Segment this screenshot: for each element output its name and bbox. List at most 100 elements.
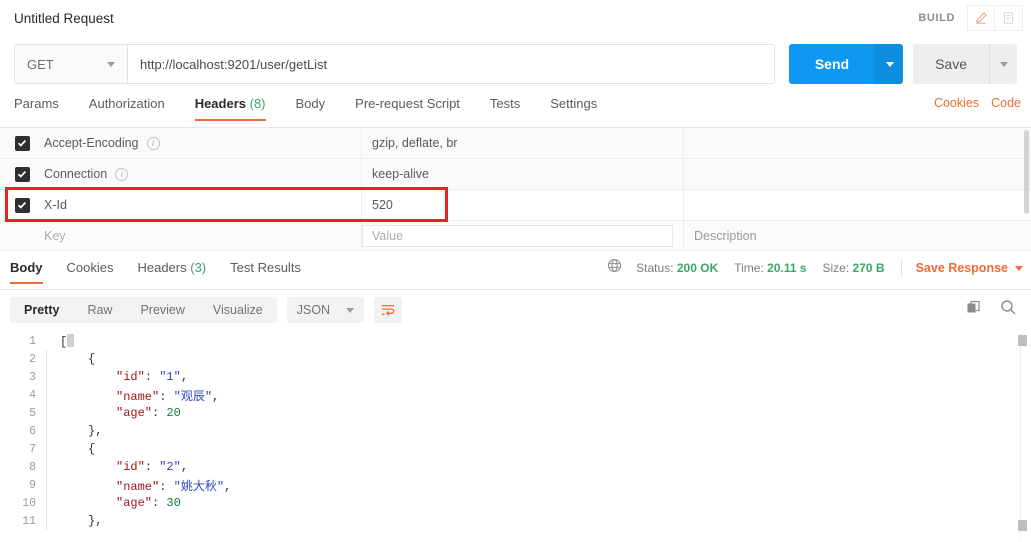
scrollbar-thumb-bottom[interactable] — [1018, 520, 1027, 531]
tab-label: Cookies — [67, 260, 114, 275]
view-preview[interactable]: Preview — [126, 297, 198, 323]
size-label: Size: — [823, 261, 850, 275]
code-token: }, — [88, 424, 102, 438]
code-token: : — [145, 370, 159, 384]
code-token: { — [88, 442, 95, 456]
code-token: 30 — [166, 496, 180, 510]
new-header-description-input[interactable]: Description — [684, 221, 1031, 250]
code-token: "1" — [159, 370, 181, 384]
line-number: 4 — [0, 389, 46, 402]
chevron-down-icon — [886, 62, 894, 67]
checkbox-checked-icon — [15, 136, 30, 151]
top-bar-right: BUILD — [918, 0, 1023, 36]
tab-authorization[interactable]: Authorization — [89, 96, 165, 120]
code-text: { — [60, 352, 95, 366]
send-options-button[interactable] — [875, 44, 903, 84]
time-label: Time: — [734, 261, 764, 275]
code-token: "age" — [116, 496, 152, 510]
status-metric: Status: 200 OK — [636, 261, 718, 275]
code-gutter — [46, 368, 60, 386]
response-body-scrollbar[interactable] — [1020, 334, 1025, 538]
checkbox-checked-icon — [15, 167, 30, 182]
chevron-down-icon — [107, 62, 115, 67]
code-token: : — [152, 406, 166, 420]
table-row[interactable]: X-Id 520 — [0, 190, 1031, 221]
code-token: [ — [60, 335, 67, 349]
tab-settings[interactable]: Settings — [550, 96, 597, 120]
time-metric: Time: 20.11 s — [734, 261, 806, 275]
info-icon[interactable]: i — [147, 137, 160, 150]
line-number: 6 — [0, 425, 46, 438]
tab-pre-request-script[interactable]: Pre-request Script — [355, 96, 460, 120]
document-icon[interactable] — [995, 5, 1023, 31]
row-checkbox[interactable] — [0, 136, 44, 151]
header-key-cell[interactable]: X-Id — [44, 190, 362, 220]
line-number: 3 — [0, 371, 46, 384]
copy-icon[interactable] — [966, 300, 982, 321]
response-format-select[interactable]: JSON — [287, 297, 364, 323]
row-checkbox[interactable] — [0, 167, 44, 182]
code-gutter — [46, 350, 60, 368]
http-method-value: GET — [27, 57, 54, 72]
tab-label: Settings — [550, 96, 597, 111]
header-value-cell[interactable]: keep-alive — [362, 159, 684, 189]
info-icon[interactable]: i — [115, 168, 128, 181]
view-raw[interactable]: Raw — [73, 297, 126, 323]
code-line: 1[ — [0, 332, 1031, 350]
status-value: 200 OK — [677, 261, 718, 275]
table-row[interactable]: Accept-Encoding i gzip, deflate, br — [0, 128, 1031, 159]
pencil-icon[interactable] — [967, 5, 995, 31]
code-token: 20 — [166, 406, 180, 420]
code-gutter — [46, 476, 60, 494]
response-tab-headers[interactable]: Headers (3) — [137, 260, 206, 283]
code-gutter — [46, 440, 60, 458]
url-input[interactable]: http://localhost:9201/user/getList — [128, 44, 775, 84]
response-tab-body[interactable]: Body — [10, 260, 43, 283]
header-value-cell[interactable]: 520 — [362, 190, 684, 220]
header-key-cell[interactable]: Accept-Encoding i — [44, 128, 362, 158]
response-body-viewer[interactable]: 1[2{3"id": "1",4"name": "观辰",5"age": 206… — [0, 330, 1031, 540]
row-checkbox[interactable] — [0, 198, 44, 213]
tab-headers[interactable]: Headers (8) — [195, 96, 266, 120]
search-icon[interactable] — [1000, 299, 1017, 321]
send-button[interactable]: Send — [789, 44, 875, 84]
header-description-cell[interactable] — [684, 159, 1031, 189]
request-tabs-right: Cookies Code — [934, 96, 1021, 110]
save-button[interactable]: Save — [913, 44, 989, 84]
line-number: 8 — [0, 461, 46, 474]
http-method-select[interactable]: GET — [14, 44, 128, 84]
word-wrap-icon[interactable] — [374, 297, 402, 323]
new-header-row[interactable]: Key Value Description — [0, 221, 1031, 251]
table-row[interactable]: Connection i keep-alive — [0, 159, 1031, 190]
code-text: "age": 30 — [60, 496, 181, 510]
new-header-key-input[interactable]: Key — [44, 221, 362, 250]
scrollbar-thumb-top[interactable] — [1018, 335, 1027, 346]
view-visualize[interactable]: Visualize — [199, 297, 277, 323]
status-label: Status: — [636, 261, 673, 275]
size-metric: Size: 270 B — [823, 261, 885, 275]
header-key-cell[interactable]: Connection i — [44, 159, 362, 189]
new-header-key-placeholder: Key — [44, 229, 66, 243]
save-options-button[interactable] — [989, 44, 1017, 84]
code-gutter — [46, 494, 60, 512]
headers-table-scrollbar[interactable] — [1024, 130, 1029, 214]
cookies-link[interactable]: Cookies — [934, 96, 979, 110]
response-tab-test-results[interactable]: Test Results — [230, 260, 301, 283]
code-line: 8"id": "2", — [0, 458, 1031, 476]
tab-tests[interactable]: Tests — [490, 96, 520, 120]
header-description-cell[interactable] — [684, 128, 1031, 158]
header-value-cell[interactable]: gzip, deflate, br — [362, 128, 684, 158]
code-token: : — [145, 460, 159, 474]
line-number: 1 — [0, 335, 46, 348]
tab-body[interactable]: Body — [296, 96, 326, 120]
save-response-button[interactable]: Save Response — [916, 261, 1023, 275]
response-tab-cookies[interactable]: Cookies — [67, 260, 114, 283]
tab-label: Body — [296, 96, 326, 111]
new-header-value-input[interactable]: Value — [362, 221, 684, 250]
code-token: "观辰" — [174, 390, 212, 404]
header-description-cell[interactable] — [684, 190, 1031, 220]
code-line: 10"age": 30 — [0, 494, 1031, 512]
tab-params[interactable]: Params — [14, 96, 59, 120]
code-link[interactable]: Code — [991, 96, 1021, 110]
view-pretty[interactable]: Pretty — [10, 297, 73, 323]
